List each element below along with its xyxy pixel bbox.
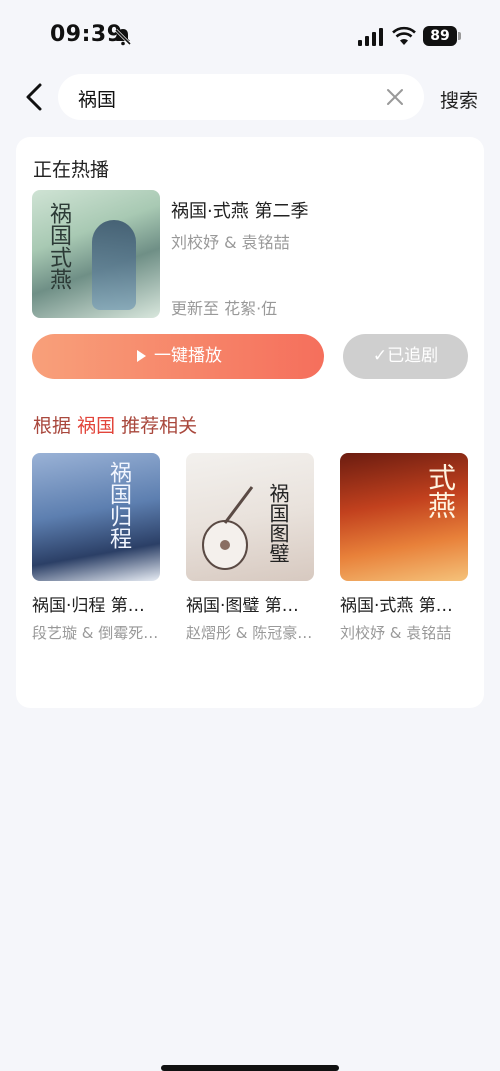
- cover-calligraphy: 式燕: [424, 463, 457, 519]
- play-all-button[interactable]: 一键播放: [32, 334, 324, 379]
- search-query[interactable]: 祸国: [78, 85, 116, 112]
- recommend-heading: 根据 祸国 推荐相关: [33, 411, 197, 438]
- cover-calligraphy: 祸国归程: [106, 461, 131, 549]
- search-input[interactable]: 祸国: [58, 74, 424, 120]
- search-button[interactable]: 搜索: [440, 86, 478, 113]
- cellular-signal-icon: [358, 28, 383, 46]
- show-update-status: 更新至 花絮·伍: [171, 299, 278, 318]
- show-title[interactable]: 祸国·式燕 第二季: [171, 197, 308, 223]
- recommend-item[interactable]: 式燕 祸国·式燕 第… 刘校妤 & 袁铭喆: [340, 453, 470, 643]
- recommend-title[interactable]: 祸国·图璧 第…: [186, 591, 316, 616]
- recommend-cast: 刘校妤 & 袁铭喆: [340, 624, 452, 642]
- show-cast: 刘校妤 & 袁铭喆: [171, 233, 290, 252]
- results-card: 正在热播 祸国式燕 祸国·式燕 第二季 刘校妤 & 袁铭喆 更新至 花絮·伍 一…: [16, 137, 484, 708]
- cover-calligraphy: 祸国图璧: [266, 483, 290, 563]
- wifi-icon: [392, 26, 416, 45]
- recommend-cover[interactable]: 祸国图璧: [186, 453, 314, 581]
- recommend-cover[interactable]: 式燕: [340, 453, 468, 581]
- followed-button[interactable]: ✓已追剧: [343, 334, 468, 379]
- cover-calligraphy: 祸国式燕: [46, 202, 71, 290]
- home-indicator: [161, 1065, 339, 1071]
- recommend-item[interactable]: 祸国图璧 祸国·图璧 第… 赵熠彤 & 陈冠豪…: [186, 453, 316, 643]
- recommend-cover[interactable]: 祸国归程: [32, 453, 160, 581]
- now-playing-heading: 正在热播: [33, 159, 110, 181]
- recommend-cast: 赵熠彤 & 陈冠豪…: [186, 624, 313, 642]
- recommend-prefix: 根据: [33, 415, 72, 437]
- play-all-label: 一键播放: [154, 346, 222, 366]
- back-arrow-icon[interactable]: [22, 82, 48, 112]
- pipa-illustration-icon: [202, 486, 254, 570]
- recommend-suffix: 推荐相关: [121, 415, 198, 437]
- battery-tip: [458, 32, 461, 40]
- bell-muted-icon: [114, 28, 132, 46]
- recommend-keyword: 祸国: [77, 415, 116, 437]
- status-time: 09:39: [50, 22, 123, 47]
- battery-indicator: 89: [423, 26, 457, 46]
- recommend-cast: 段艺璇 & 倒霉死…: [32, 624, 159, 642]
- clear-icon[interactable]: [386, 88, 404, 106]
- recommend-title[interactable]: 祸国·式燕 第…: [340, 591, 470, 616]
- recommend-title[interactable]: 祸国·归程 第…: [32, 591, 162, 616]
- status-bar: 09:39 89: [0, 0, 500, 60]
- show-cover[interactable]: 祸国式燕: [32, 190, 160, 318]
- cover-figure: [92, 220, 136, 310]
- recommend-item[interactable]: 祸国归程 祸国·归程 第… 段艺璇 & 倒霉死…: [32, 453, 162, 643]
- play-icon: [137, 350, 146, 362]
